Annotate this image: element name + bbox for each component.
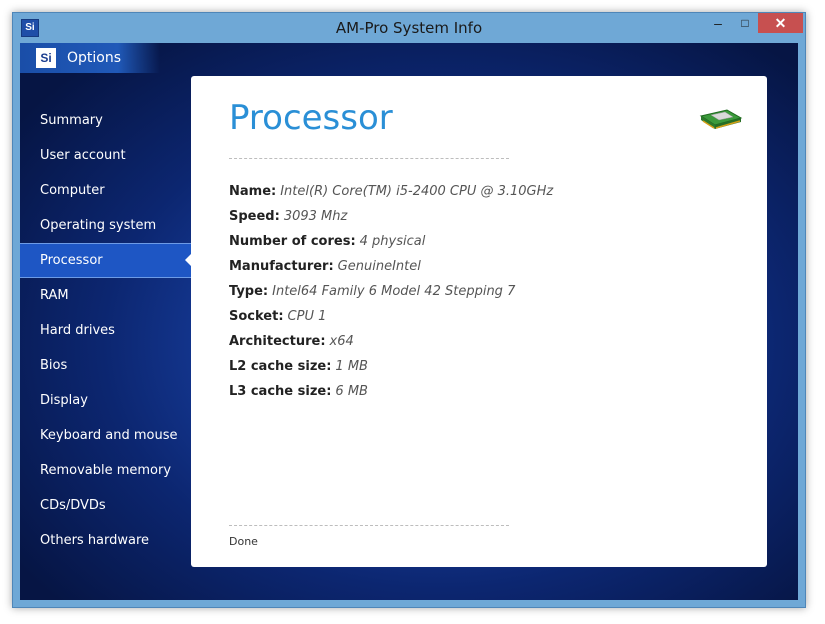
field-label: Manufacturer: — [229, 259, 334, 274]
sidebar-item-processor[interactable]: Processor — [20, 243, 193, 278]
field-label: Speed: — [229, 209, 280, 224]
field-value: CPU 1 — [287, 309, 327, 324]
sidebar-item-hard-drives[interactable]: Hard drives — [20, 313, 192, 348]
maximize-button[interactable]: □ — [732, 13, 758, 33]
status-text: Done — [229, 535, 258, 548]
field-value: Intel(R) Core(TM) i5-2400 CPU @ 3.10GHz — [280, 184, 554, 199]
sidebar-item-ram[interactable]: RAM — [20, 278, 192, 313]
field-value: Intel64 Family 6 Model 42 Stepping 7 — [272, 284, 516, 299]
title-bar[interactable]: Si AM-Pro System Info – □ ✕ — [13, 13, 805, 43]
field-label: Type: — [229, 284, 269, 299]
field-label: L2 cache size: — [229, 359, 332, 374]
info-row: Socket: CPU 1 — [229, 309, 553, 334]
field-value: 4 physical — [359, 234, 426, 249]
field-value: 6 MB — [335, 384, 368, 399]
processor-details: Name: Intel(R) Core(TM) i5-2400 CPU @ 3.1… — [229, 184, 553, 409]
field-value: GenuineIntel — [337, 259, 421, 274]
divider-bottom — [229, 525, 509, 526]
info-row: Speed: 3093 Mhz — [229, 209, 553, 234]
field-label: Architecture: — [229, 334, 326, 349]
field-value: 1 MB — [335, 359, 368, 374]
page-title: Processor — [229, 98, 393, 138]
field-label: Name: — [229, 184, 277, 199]
sidebar-item-cds-dvds[interactable]: CDs/DVDs — [20, 488, 192, 523]
sidebar-item-summary[interactable]: Summary — [20, 103, 192, 138]
field-label: L3 cache size: — [229, 384, 332, 399]
si-logo-icon: Si — [36, 48, 56, 68]
sidebar-item-computer[interactable]: Computer — [20, 173, 192, 208]
field-value: x64 — [329, 334, 354, 349]
close-button[interactable]: ✕ — [758, 13, 803, 33]
info-row: L3 cache size: 6 MB — [229, 384, 553, 409]
info-row: Architecture: x64 — [229, 334, 553, 359]
options-label[interactable]: Options — [67, 50, 121, 66]
divider-top — [229, 158, 509, 159]
window-title: AM-Pro System Info — [335, 19, 483, 37]
sidebar-item-removable-memory[interactable]: Removable memory — [20, 453, 192, 488]
options-header[interactable]: Si Options — [20, 43, 160, 73]
info-row: Manufacturer: GenuineIntel — [229, 259, 553, 284]
field-label: Socket: — [229, 309, 284, 324]
main-area: Si Options Summary User account Computer Op… — [20, 43, 798, 600]
info-row: Type: Intel64 Family 6 Model 42 Stepping … — [229, 284, 553, 309]
info-row: Number of cores: 4 physical — [229, 234, 553, 259]
minimize-button[interactable]: – — [705, 13, 731, 33]
field-value: 3093 Mhz — [283, 209, 348, 224]
app-window: Si AM-Pro System Info – □ ✕ Si Options S… — [12, 12, 806, 608]
sidebar-item-keyboard-and-mouse[interactable]: Keyboard and mouse — [20, 418, 192, 453]
sidebar-nav: Summary User account Computer Operating sys… — [20, 103, 193, 558]
info-row: Name: Intel(R) Core(TM) i5-2400 CPU @ 3.1… — [229, 184, 553, 209]
sidebar-item-user-account[interactable]: User account — [20, 138, 192, 173]
processor-chip-icon — [699, 109, 743, 129]
info-row: L2 cache size: 1 MB — [229, 359, 553, 384]
sidebar-item-operating-system[interactable]: Operating system — [20, 208, 192, 243]
sidebar-item-others-hardware[interactable]: Others hardware — [20, 523, 192, 558]
sidebar-item-bios[interactable]: Bios — [20, 348, 192, 383]
content-panel: Processor Name: Intel(R) Core(TM) i5-2400… — [191, 76, 767, 567]
sidebar-item-display[interactable]: Display — [20, 383, 192, 418]
field-label: Number of cores: — [229, 234, 356, 249]
